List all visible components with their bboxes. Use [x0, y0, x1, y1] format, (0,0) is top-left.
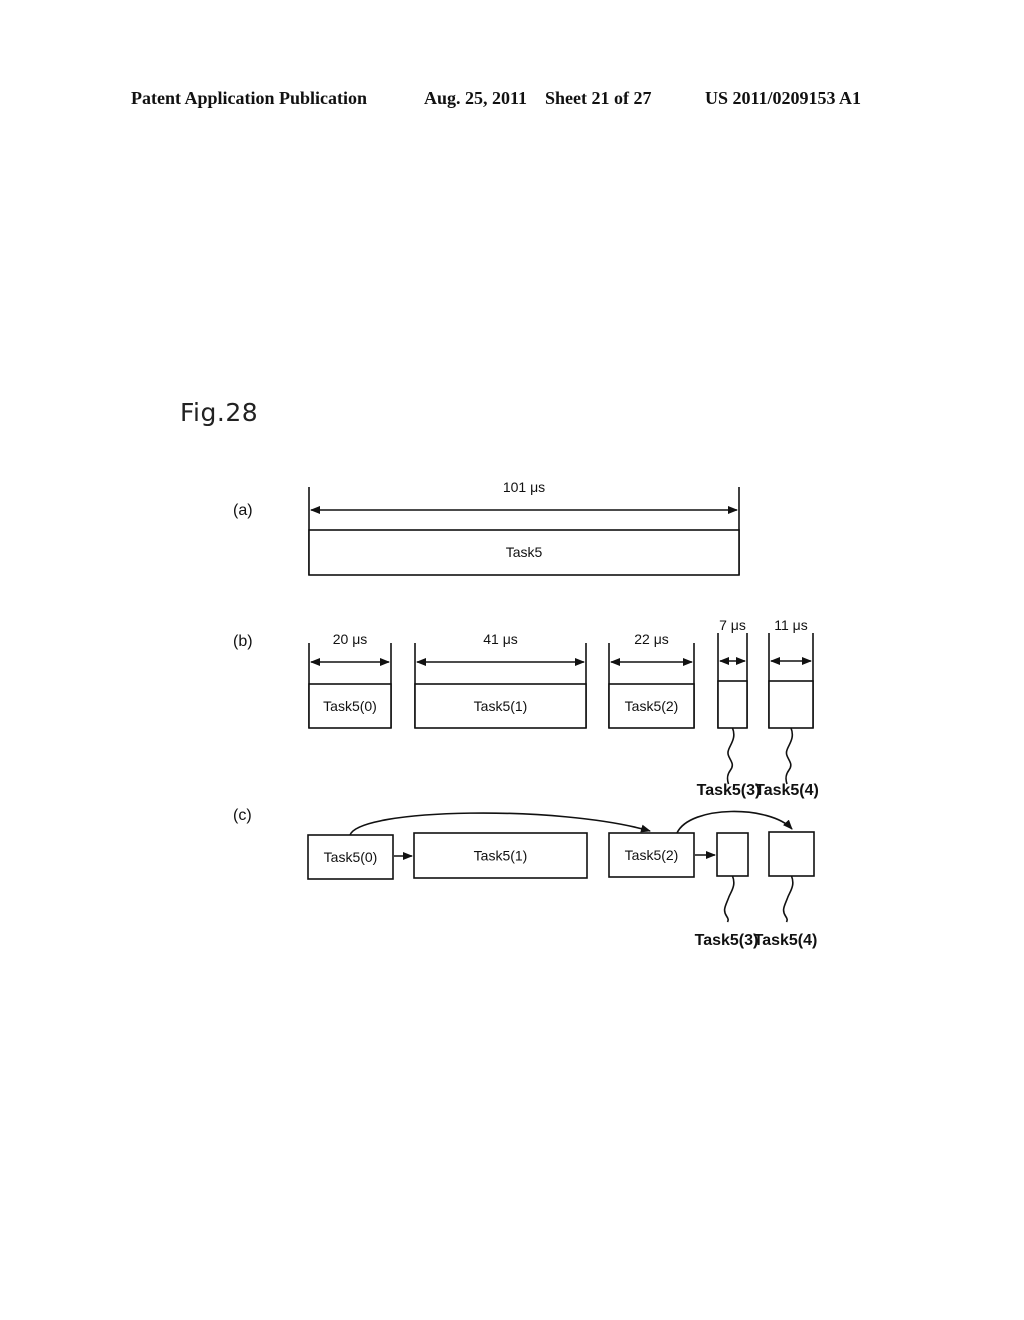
callout-label: Task5(3) — [695, 932, 759, 949]
node-task5-0: Task5(0) — [307, 834, 394, 880]
callout-leader — [723, 875, 735, 923]
edge-task5-2-to-task5-4 — [676, 810, 793, 834]
callout-leader — [726, 727, 735, 785]
duration-label: 41 μs — [483, 631, 518, 647]
edge-task5-0-to-task5-2 — [349, 812, 651, 836]
task-label: Task5(2) — [625, 698, 679, 714]
subtask-task5-0: 20 μs Task5(0) — [308, 631, 392, 729]
task-label: Task5 — [506, 544, 543, 560]
subtask-task5-3: 7 μs Task5(3) — [697, 617, 761, 799]
duration-label: 20 μs — [333, 631, 368, 647]
callout-leader — [782, 875, 794, 923]
task-label: Task5(1) — [474, 848, 528, 864]
callout-label: Task5(4) — [754, 932, 818, 949]
part-a-label: (a) — [233, 502, 253, 519]
task-label: Task5(1) — [474, 698, 528, 714]
subtask-task5-4: 11 μs Task5(4) — [755, 617, 819, 799]
callout-leader — [785, 727, 794, 785]
subtask-task5-2: 22 μs Task5(2) — [608, 631, 695, 729]
duration-label: 7 μs — [719, 617, 746, 633]
part-b-label: (b) — [233, 633, 253, 650]
duration-label: 22 μs — [634, 631, 669, 647]
part-a: (a) 101 μs Task5 — [233, 479, 740, 576]
task-box — [768, 680, 814, 729]
callout-label: Task5(3) — [697, 782, 761, 799]
task-label: Task5(0) — [323, 698, 377, 714]
node-task5-3: Task5(3) — [695, 832, 759, 949]
node-task5-2: Task5(2) — [608, 832, 695, 878]
part-c: (c) Task5(0) Task5(1) Task5(2) Task5(3)Task… — [233, 807, 817, 949]
task-label: Task5(0) — [324, 849, 378, 865]
task-box — [716, 832, 749, 877]
subtask-task5-1: 41 μs Task5(1) — [414, 631, 587, 729]
node-task5-1: Task5(1) — [413, 832, 588, 879]
task-box — [768, 831, 815, 877]
part-b: (b) 20 μs Task5(0) 41 μs Task5(1) 22 μs Task5… — [233, 617, 819, 799]
task-label: Task5(2) — [625, 847, 679, 863]
duration-label: 11 μs — [774, 617, 808, 633]
callout-label: Task5(4) — [755, 782, 819, 799]
duration-label: 101 μs — [503, 479, 545, 495]
part-c-label: (c) — [233, 807, 252, 824]
node-task5-4: Task5(4) — [754, 831, 818, 949]
figure-diagram: (a) 101 μs Task5 (b) 20 μs Task5(0) 41 μs T… — [233, 479, 819, 949]
task-box — [717, 680, 748, 729]
